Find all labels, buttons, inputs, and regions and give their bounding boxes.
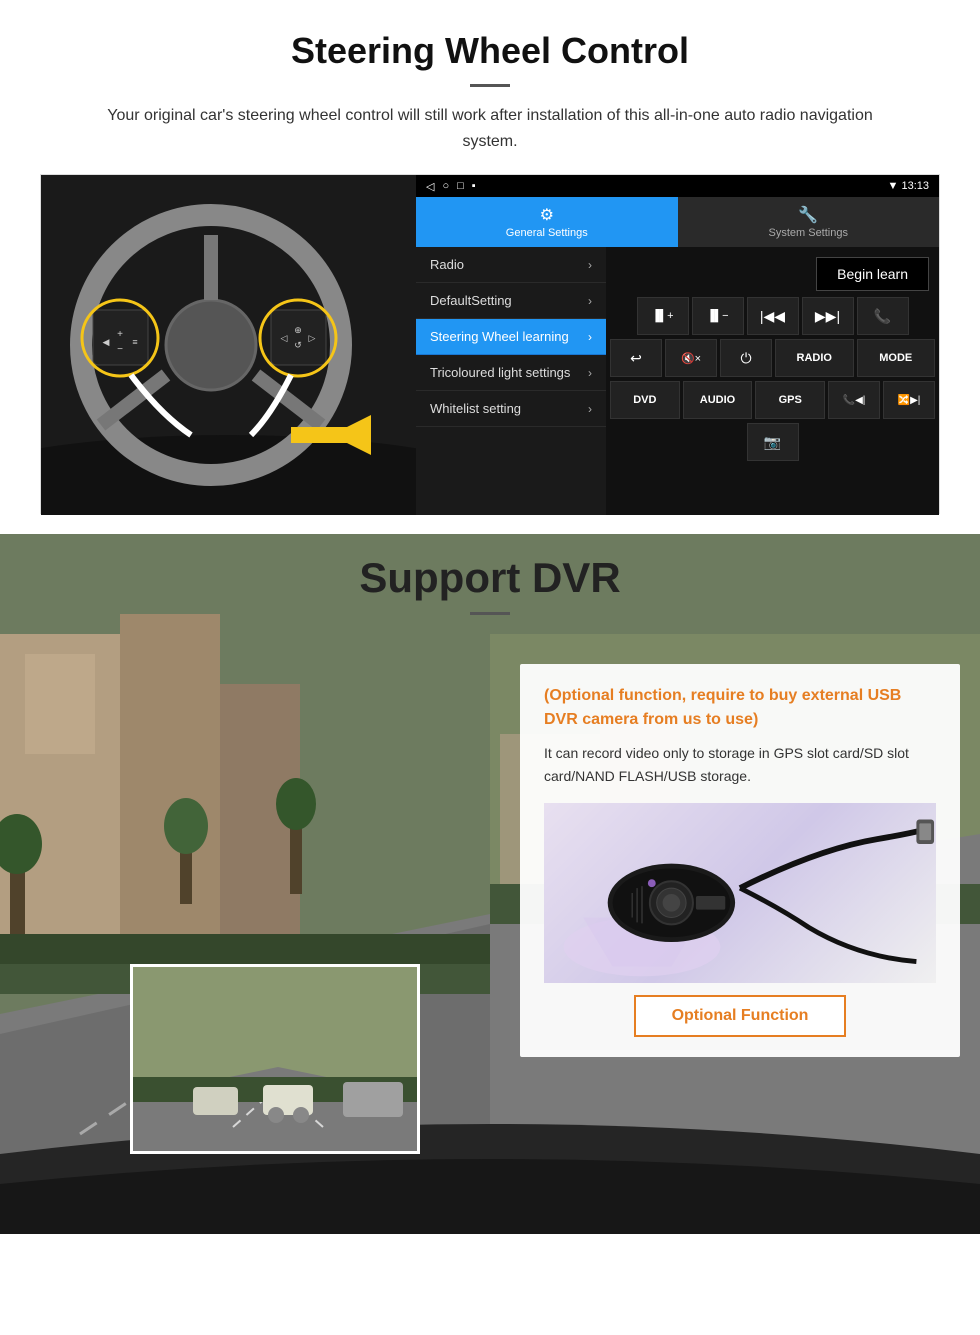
- tel-next-btn[interactable]: 🔀▶|: [883, 381, 935, 419]
- menu-default-label: DefaultSetting: [430, 293, 512, 308]
- steering-container: + − ◀ ≡ ⊕ ↺ ◁ ▷: [40, 174, 940, 514]
- dvr-info-card: (Optional function, require to buy exter…: [520, 664, 960, 1057]
- vol-down-btn[interactable]: ▐▌−: [692, 297, 744, 335]
- menu-radio-label: Radio: [430, 257, 464, 272]
- dvr-camera-svg: [544, 808, 936, 978]
- status-icons: ◁ ○ □ ▪: [426, 180, 476, 193]
- section-steering-wheel: Steering Wheel Control Your original car…: [0, 0, 980, 534]
- steering-wheel-svg: + − ◀ ≡ ⊕ ↺ ◁ ▷: [41, 175, 416, 515]
- android-status-bar: ◁ ○ □ ▪ ▼ 13:13: [416, 175, 939, 197]
- dvr-divider: [470, 612, 510, 615]
- svg-text:−: −: [117, 344, 123, 355]
- steering-wheel-image: + − ◀ ≡ ⊕ ↺ ◁ ▷: [41, 175, 416, 515]
- dvr-camera-image: [544, 803, 936, 983]
- dvr-thumb-svg: [133, 967, 420, 1154]
- begin-learn-row: Begin learn: [610, 251, 935, 293]
- prev-track-btn[interactable]: |◀◀: [747, 297, 799, 335]
- control-row-2: ↩ 🔇× ⏻ RADIO MODE: [610, 339, 935, 377]
- android-panel: ◁ ○ □ ▪ ▼ 13:13 ⚙ General Settings: [416, 175, 939, 515]
- tab-general-settings[interactable]: ⚙ General Settings: [416, 197, 678, 247]
- audio-btn[interactable]: AUDIO: [683, 381, 753, 419]
- svg-text:◀: ◀: [103, 337, 110, 347]
- nav-back-icon: ◁: [426, 180, 434, 193]
- menu-item-tricolour[interactable]: Tricoloured light settings ›: [416, 355, 606, 391]
- chevron-icon: ›: [588, 294, 592, 308]
- section1-subtitle: Your original car's steering wheel contr…: [80, 103, 900, 154]
- radio-btn[interactable]: RADIO: [775, 339, 854, 377]
- svg-text:↺: ↺: [294, 340, 302, 350]
- tab-system-label: System Settings: [769, 227, 848, 239]
- gps-btn[interactable]: GPS: [755, 381, 825, 419]
- nav-home-icon: ○: [442, 180, 449, 193]
- svg-text:+: +: [117, 329, 123, 340]
- svg-text:≡: ≡: [132, 337, 137, 347]
- tab-system-settings[interactable]: 🔧 System Settings: [678, 197, 940, 247]
- hang-up-btn[interactable]: ↩: [610, 339, 662, 377]
- section1-title: Steering Wheel Control: [40, 30, 940, 72]
- menu-tricolour-label: Tricoloured light settings: [430, 365, 570, 380]
- dvr-description: It can record video only to storage in G…: [544, 742, 936, 787]
- gear-icon: ⚙: [540, 205, 554, 225]
- android-content: Radio › DefaultSetting › Steering Wheel …: [416, 247, 939, 515]
- system-icon: 🔧: [798, 205, 818, 225]
- menu-list: Radio › DefaultSetting › Steering Wheel …: [416, 247, 606, 515]
- nav-menu-icon: ▪: [472, 180, 476, 193]
- mode-btn[interactable]: MODE: [857, 339, 936, 377]
- menu-item-steering[interactable]: Steering Wheel learning ›: [416, 319, 606, 355]
- svg-text:◁: ◁: [281, 333, 288, 343]
- menu-item-default[interactable]: DefaultSetting ›: [416, 283, 606, 319]
- control-row-1: ▐▌+ ▐▌− |◀◀ ▶▶| 📞: [610, 297, 935, 335]
- svg-text:▷: ▷: [309, 333, 316, 343]
- nav-recent-icon: □: [457, 180, 464, 193]
- android-tabs[interactable]: ⚙ General Settings 🔧 System Settings: [416, 197, 939, 247]
- control-row-4: 📷: [610, 423, 935, 461]
- camera-btn[interactable]: 📷: [747, 423, 799, 461]
- section-dvr: Support DVR (Optional function, require …: [0, 534, 980, 1234]
- optional-function-button[interactable]: Optional Function: [634, 995, 847, 1037]
- mute-btn[interactable]: 🔇×: [665, 339, 717, 377]
- tab-general-label: General Settings: [506, 227, 588, 239]
- menu-whitelist-label: Whitelist setting: [430, 401, 521, 416]
- control-row-3: DVD AUDIO GPS 📞◀| 🔀▶|: [610, 381, 935, 419]
- dvr-title: Support DVR: [0, 554, 980, 602]
- svg-text:⊕: ⊕: [294, 325, 302, 335]
- dvr-title-area: Support DVR: [0, 554, 980, 615]
- page-wrapper: Steering Wheel Control Your original car…: [0, 0, 980, 1234]
- chevron-icon: ›: [588, 366, 592, 380]
- power-btn[interactable]: ⏻: [720, 339, 772, 377]
- menu-steering-label: Steering Wheel learning: [430, 329, 569, 344]
- chevron-icon: ›: [588, 402, 592, 416]
- menu-item-radio[interactable]: Radio ›: [416, 247, 606, 283]
- time-display: 13:13: [901, 180, 929, 192]
- tel-prev-btn[interactable]: 📞◀|: [828, 381, 880, 419]
- signal-icon: ▼: [888, 180, 902, 192]
- vol-up-btn[interactable]: ▐▌+: [637, 297, 689, 335]
- next-track-btn[interactable]: ▶▶|: [802, 297, 854, 335]
- menu-item-whitelist[interactable]: Whitelist setting ›: [416, 391, 606, 427]
- dvd-btn[interactable]: DVD: [610, 381, 680, 419]
- phone-btn[interactable]: 📞: [857, 297, 909, 335]
- section1-divider: [470, 84, 510, 87]
- chevron-icon: ›: [588, 330, 592, 344]
- status-time: ▼ 13:13: [888, 180, 929, 192]
- control-panel: Begin learn ▐▌+ ▐▌− |◀◀ ▶▶| 📞 ↩: [606, 247, 939, 515]
- dvr-optional-text: (Optional function, require to buy exter…: [544, 684, 936, 732]
- begin-learn-button[interactable]: Begin learn: [816, 257, 929, 291]
- chevron-icon: ›: [588, 258, 592, 272]
- dvr-thumbnail: [130, 964, 420, 1154]
